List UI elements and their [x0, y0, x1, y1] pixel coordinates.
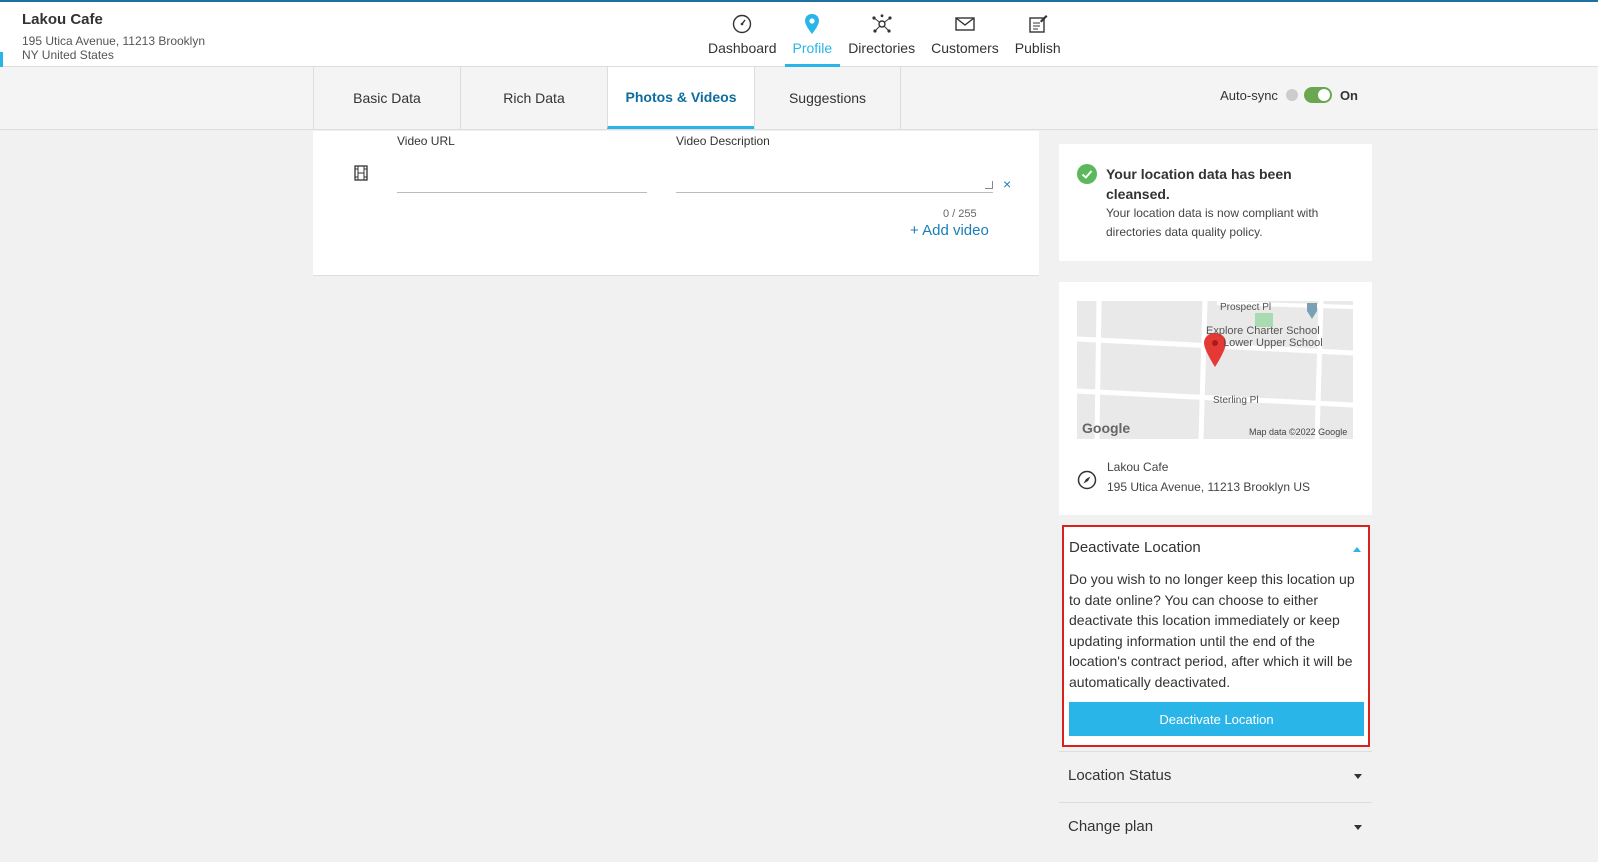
envelope-icon	[955, 10, 975, 38]
tab-basic-data[interactable]: Basic Data	[313, 67, 460, 129]
autosync-control: Auto-sync On	[1220, 87, 1358, 103]
map-label-sterling: Sterling Pl	[1213, 395, 1259, 406]
profile-tabs: Basic Data Rich Data Photos & Videos Sug…	[313, 67, 901, 129]
map-label-prospect: Prospect Pl	[1220, 302, 1271, 313]
main-nav: Dashboard Profile Directories Customers …	[700, 10, 1069, 67]
compass-icon	[1077, 470, 1097, 495]
nav-directories[interactable]: Directories	[840, 10, 923, 67]
resize-handle-icon[interactable]	[985, 181, 993, 189]
map-attribution: Map data ©2022 Google	[1249, 427, 1347, 437]
address-line-2: NY United States	[22, 48, 114, 62]
nav-profile-label: Profile	[792, 40, 833, 56]
nav-profile[interactable]: Profile	[784, 10, 841, 67]
map-place-address: 195 Utica Avenue, 11213 Brooklyn US	[1107, 480, 1311, 494]
top-header: Lakou Cafe 195 Utica Avenue, 11213 Brook…	[0, 0, 1598, 67]
collapse-caret-icon[interactable]	[1353, 547, 1361, 552]
gauge-icon	[732, 10, 752, 38]
autosync-state: On	[1339, 87, 1358, 103]
deactivate-location-section: Deactivate Location Do you wish to no lo…	[1062, 525, 1370, 747]
nav-customers[interactable]: Customers	[923, 10, 1007, 67]
video-url-input[interactable]	[397, 192, 647, 193]
tab-suggestions[interactable]: Suggestions	[754, 67, 901, 129]
cleansed-text: Your location data is now compliant with…	[1106, 206, 1319, 239]
map-label-school-2: Lower Upper School	[1223, 337, 1323, 349]
edit-note-icon	[1028, 10, 1048, 38]
cleansed-notice-card: Your location data has been cleansed. Yo…	[1059, 144, 1372, 261]
map-card: Prospect Pl Explore Charter School Lower…	[1059, 282, 1372, 515]
tab-photos-videos[interactable]: Photos & Videos	[607, 67, 754, 129]
autosync-label: Auto-sync	[1220, 87, 1278, 103]
google-logo: Google	[1082, 420, 1130, 436]
nav-dashboard[interactable]: Dashboard	[700, 10, 785, 67]
tab-rich-data[interactable]: Rich Data	[460, 67, 607, 129]
deactivate-location-button[interactable]: Deactivate Location	[1069, 702, 1364, 736]
video-form-card: Video URL Video Description × 0 / 255 + …	[313, 131, 1039, 276]
nav-publish-label: Publish	[1014, 40, 1061, 56]
network-icon	[871, 10, 893, 38]
check-circle-icon	[1077, 164, 1097, 184]
change-plan-accordion[interactable]: Change plan	[1059, 802, 1372, 852]
map-label-school-1: Explore Charter School	[1206, 325, 1320, 337]
add-video-link[interactable]: + Add video	[910, 222, 989, 239]
location-status-title: Location Status	[1068, 767, 1172, 784]
change-plan-title: Change plan	[1068, 818, 1154, 835]
location-status-accordion[interactable]: Location Status	[1059, 751, 1372, 801]
info-icon[interactable]	[1285, 89, 1298, 101]
map-pin-icon	[804, 10, 820, 38]
film-icon	[353, 165, 369, 186]
nav-directories-label: Directories	[848, 40, 916, 56]
nav-customers-label: Customers	[931, 40, 999, 56]
nav-publish[interactable]: Publish	[1007, 10, 1069, 67]
location-name: Lakou Cafe	[22, 11, 103, 28]
address-line-1: 195 Utica Avenue, 11213 Brooklyn	[22, 34, 206, 48]
video-description-input[interactable]	[676, 192, 993, 193]
map-place-name: Lakou Cafe	[1107, 460, 1169, 474]
location-address: 195 Utica Avenue, 11213 Brooklyn NY Unit…	[22, 34, 205, 62]
location-map[interactable]: Prospect Pl Explore Charter School Lower…	[1077, 301, 1353, 439]
remove-video-icon[interactable]: ×	[1003, 176, 1011, 192]
expand-caret-icon	[1354, 774, 1362, 779]
expand-caret-icon	[1354, 825, 1362, 830]
nav-dashboard-label: Dashboard	[708, 40, 777, 56]
profile-tab-bar: Basic Data Rich Data Photos & Videos Sug…	[0, 67, 1598, 130]
deactivate-description: Do you wish to no longer keep this locat…	[1069, 571, 1355, 690]
video-description-label: Video Description	[676, 134, 770, 148]
deactivate-location-header[interactable]: Deactivate Location	[1069, 539, 1201, 556]
autosync-toggle[interactable]	[1303, 87, 1332, 103]
video-url-label: Video URL	[397, 134, 455, 148]
character-counter: 0 / 255	[943, 208, 977, 220]
cleansed-title: Your location data has been cleansed.	[1106, 166, 1292, 202]
